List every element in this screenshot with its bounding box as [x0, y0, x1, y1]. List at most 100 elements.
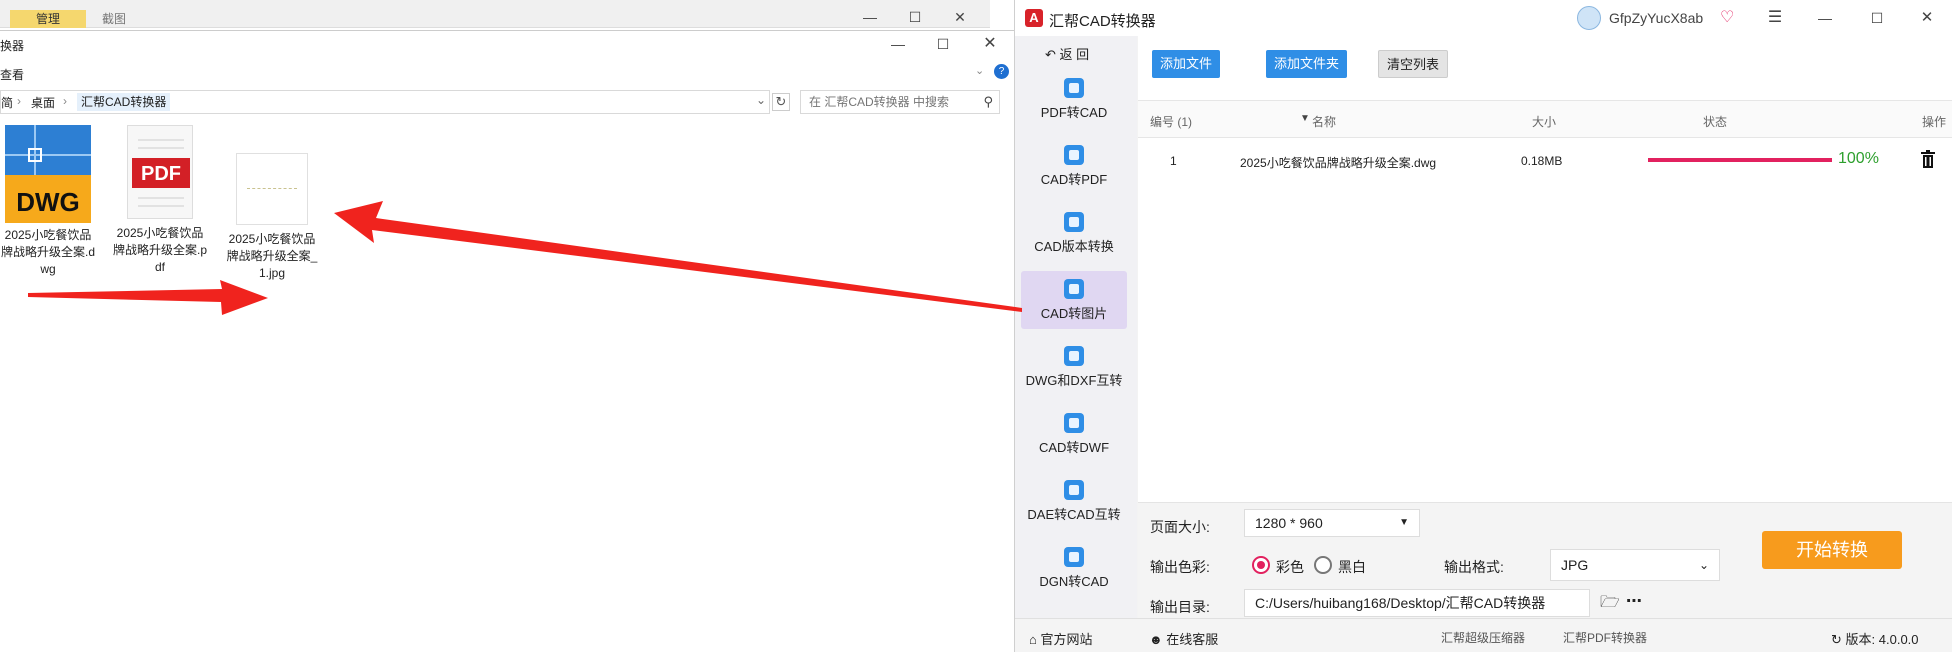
compressor-link[interactable]: 汇帮超级压缩器	[1441, 629, 1525, 646]
row-index: 1	[1170, 154, 1177, 168]
minimize-icon[interactable]: —	[1815, 9, 1835, 27]
app-footer: ⌂ 官方网站 ☻ 在线客服 汇帮超级压缩器 汇帮PDF转换器 ↻ 版本: 4.0…	[1015, 618, 1952, 652]
breadcrumb-current[interactable]: 汇帮CAD转换器	[77, 93, 171, 111]
menu-icon[interactable]: ☰	[1765, 9, 1785, 27]
start-convert-button[interactable]: 开始转换	[1762, 531, 1902, 569]
sidebar-item-label: DWG和DXF互转	[1025, 373, 1123, 388]
back-button[interactable]: ↶ 返 回	[1045, 44, 1089, 63]
output-dir-input[interactable]: C:/Users/huibang168/Desktop/汇帮CAD转换器	[1244, 589, 1590, 617]
app-titlebar: A 汇帮CAD转换器 GfpZyYucX8ab ♡ ☰ — ☐ ✕	[1015, 0, 1952, 36]
more-icon[interactable]: ⋯	[1626, 591, 1642, 611]
support-link[interactable]: ☻ 在线客服	[1149, 629, 1218, 648]
sidebar-item[interactable]: DAE转CAD互转	[1021, 472, 1127, 530]
jpg-file-icon	[236, 153, 308, 225]
tab-screenshot[interactable]: 截图	[96, 10, 132, 28]
close-icon[interactable]: ✕	[1917, 9, 1937, 27]
format-select[interactable]: JPG ⌄	[1550, 549, 1720, 581]
sidebar-item[interactable]: CAD转图片	[1021, 271, 1127, 329]
refresh-icon[interactable]: ↻	[772, 93, 790, 111]
sort-desc-icon[interactable]: ▼	[1300, 113, 1310, 124]
minimize-icon[interactable]: —	[888, 35, 908, 53]
username[interactable]: GfpZyYucX8ab	[1609, 10, 1703, 26]
sidebar-item[interactable]: PDF转CAD	[1021, 70, 1127, 128]
radio-color-label[interactable]: 彩色	[1276, 557, 1304, 577]
maximize-icon[interactable]: ☐	[933, 35, 953, 53]
dwg-file-icon: DWG	[5, 125, 91, 223]
app-title: 汇帮CAD转换器	[1049, 13, 1156, 30]
avatar[interactable]	[1577, 6, 1601, 30]
dwg-badge-text: DWG	[16, 187, 80, 217]
convert-icon	[1064, 145, 1084, 165]
background-window-titlebar: 管理 截图 — ☐ ✕	[0, 0, 990, 28]
column-header-size[interactable]: 大小	[1532, 113, 1556, 130]
maximize-icon[interactable]: ☐	[1867, 9, 1887, 27]
file-item-jpg[interactable]: 2025小吃餐饮品牌战略升级全案_1.jpg	[224, 125, 320, 282]
column-header-name[interactable]: 名称	[1312, 113, 1336, 130]
close-icon[interactable]: ✕	[950, 8, 970, 26]
progress-text: 100%	[1838, 150, 1879, 167]
search-input[interactable]	[809, 92, 979, 112]
tab-manage[interactable]: 管理	[10, 10, 86, 28]
sidebar: ↶ 返 回 PDF转CAD CAD转PDF CAD版本转换 CAD转图片 DWG和DXF…	[1015, 36, 1137, 618]
menu-view[interactable]: 查看	[0, 68, 24, 82]
folder-open-icon[interactable]: 🗁	[1600, 591, 1620, 618]
website-link[interactable]: ⌂ 官方网站	[1029, 629, 1092, 648]
sidebar-item[interactable]: CAD转DWF	[1021, 405, 1127, 463]
version-label: 版本:	[1845, 632, 1876, 647]
window-title: 换器	[0, 39, 25, 53]
main-panel: 添加文件 添加文件夹 清空列表 编号 (1) ▼ 名称 大小 状态 操作 1 2…	[1138, 36, 1952, 618]
file-item-dwg[interactable]: DWG 2025小吃餐饮品牌战略升级全案.dwg	[0, 125, 96, 278]
pdf-converter-link[interactable]: 汇帮PDF转换器	[1563, 629, 1647, 646]
progress-bar	[1648, 158, 1832, 162]
delete-icon[interactable]	[1921, 150, 1935, 171]
output-settings: 页面大小: 1280 * 960 ▼ 输出色彩: 彩色 黑白 输出格式: JPG…	[1138, 502, 1952, 618]
sidebar-item-label: CAD转PDF	[1040, 172, 1108, 187]
column-header-status[interactable]: 状态	[1703, 113, 1727, 130]
support-label: 在线客服	[1166, 632, 1219, 647]
pdf-file-icon: PDF	[127, 125, 193, 219]
version-value: 4.0.0.0	[1878, 632, 1919, 647]
clear-list-button[interactable]: 清空列表	[1378, 50, 1449, 78]
add-file-button[interactable]: 添加文件	[1152, 50, 1221, 78]
website-label: 官方网站	[1040, 632, 1093, 647]
page-size-select[interactable]: 1280 * 960 ▼	[1244, 509, 1420, 537]
breadcrumb-separator-icon: ›	[63, 94, 67, 108]
minimize-icon[interactable]: —	[860, 8, 880, 26]
file-explorer-window: 管理 截图 — ☐ ✕ 换器 — ☐ ✕ 查看 ⌄ ? 简 › 桌面 › 汇帮C…	[0, 0, 1014, 652]
search-icon[interactable]: ⚲	[983, 94, 993, 110]
file-name: 2025小吃餐饮品牌战略升级全案.dwg	[0, 228, 95, 276]
progress-fill	[1648, 158, 1832, 162]
close-icon[interactable]: ✕	[980, 35, 1000, 53]
convert-icon	[1064, 212, 1084, 232]
sidebar-item[interactable]: DGN转CAD	[1021, 539, 1127, 597]
sidebar-item[interactable]: CAD转PDF	[1021, 137, 1127, 195]
file-name: 2025小吃餐饮品牌战略升级全案_1.jpg	[226, 232, 318, 280]
help-icon[interactable]: ?	[994, 64, 1009, 79]
table-header: 编号 (1) ▼ 名称 大小 状态 操作	[1138, 100, 1952, 138]
page-size-label: 页面大小:	[1150, 519, 1210, 535]
chevron-down-icon[interactable]: ⌄	[756, 93, 766, 107]
add-folder-button[interactable]: 添加文件夹	[1266, 50, 1348, 78]
maximize-icon[interactable]: ☐	[905, 8, 925, 26]
radio-color[interactable]	[1252, 556, 1270, 574]
radio-bw-label[interactable]: 黑白	[1338, 557, 1366, 577]
column-header-index[interactable]: 编号 (1)	[1150, 113, 1192, 130]
sidebar-item[interactable]: CAD版本转换	[1021, 204, 1127, 262]
address-bar[interactable]: 简 › 桌面 › 汇帮CAD转换器 ⌄	[0, 90, 770, 114]
vip-heart-icon[interactable]: ♡	[1720, 7, 1734, 27]
sidebar-item-label: DAE转CAD互转	[1027, 507, 1121, 522]
radio-bw[interactable]	[1314, 556, 1332, 574]
page-size-value: 1280 * 960	[1255, 515, 1323, 531]
sidebar-item-label: PDF转CAD	[1040, 105, 1108, 120]
search-box[interactable]: ⚲	[800, 90, 1000, 114]
chevron-down-icon[interactable]: ⌄	[975, 64, 984, 77]
column-header-action[interactable]: 操作	[1922, 113, 1946, 130]
row-file-size: 0.18MB	[1521, 154, 1563, 168]
version-info: ↻ 版本: 4.0.0.0	[1831, 632, 1919, 647]
breadcrumb-item[interactable]: 桌面	[31, 94, 55, 111]
breadcrumb-item[interactable]: 简	[1, 94, 13, 111]
file-name: 2025小吃餐饮品牌战略升级全案.pdf	[112, 226, 207, 274]
sidebar-item[interactable]: DWG和DXF互转	[1021, 338, 1127, 396]
row-file-name: 2025小吃餐饮品牌战略升级全案.dwg	[1240, 156, 1437, 170]
file-item-pdf[interactable]: PDF 2025小吃餐饮品牌战略升级全案.pdf	[112, 125, 208, 276]
